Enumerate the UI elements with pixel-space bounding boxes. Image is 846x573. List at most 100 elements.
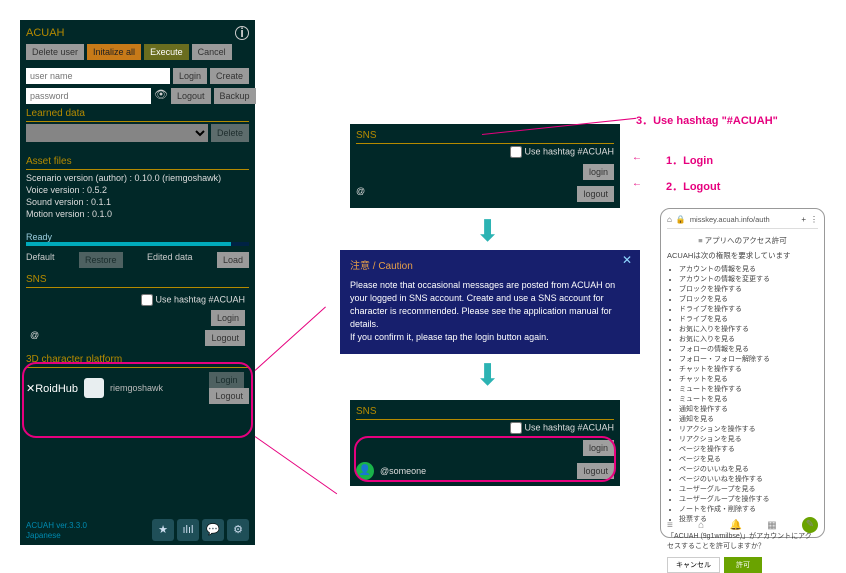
lock-icon: 🔒 [676,215,686,224]
scope-item: チャットを見る [679,375,818,385]
login-button[interactable]: Login [173,68,207,84]
url-text: misskey.acuah.info/auth [690,215,798,224]
scope-item: お気に入りを操作する [679,325,818,335]
scope-item: 通知を見る [679,415,818,425]
delete-learned-button[interactable]: Delete [211,124,249,142]
scope-item: ミュートを操作する [679,385,818,395]
star-icon[interactable]: ★ [152,519,174,541]
connector-line [255,436,337,494]
scope-item: リアクションを見る [679,435,818,445]
ready-label: Ready [26,232,249,242]
permission-title: ≡ アプリへのアクセス許可 [667,235,818,246]
scope-item: ページのいいねを見る [679,465,818,475]
scope-item: 通知を操作する [679,405,818,415]
scope-item: ドライブを操作する [679,305,818,315]
arrow-down-icon: ⬇ [475,358,500,393]
sns-highlight-ring [354,436,616,482]
scope-item: ノートを作成・削除する [679,505,818,515]
asset-line: Sound version : 0.1.1 [26,196,249,208]
learned-data-select[interactable] [26,124,208,142]
load-button[interactable]: Load [217,252,249,268]
title-text: ACUAH [26,27,65,39]
sns-label: SNS [356,406,614,417]
username-input[interactable] [26,68,170,84]
menu-icon[interactable]: ⋮ [810,215,818,224]
scope-item: ブロックを見る [679,295,818,305]
info-icon[interactable]: i [235,26,249,40]
version-info: ACUAH ver.3.3.0 Japanese [26,521,87,541]
hashtag-label: Use hashtag #ACUAH [524,147,614,157]
callout-2: 2．Logout [666,178,720,194]
execute-button[interactable]: Execute [144,44,189,60]
scope-list: アカウントの情報を見るアカウントの情報を変更するブロックを操作するブロックを見る… [667,265,818,525]
restore-button[interactable]: Restore [79,252,123,268]
sns-logout-button[interactable]: logout [577,186,614,202]
initialize-all-button[interactable]: Initalize all [87,44,141,60]
gear-icon[interactable]: ⚙ [227,519,249,541]
scope-item: お気に入りを見る [679,335,818,345]
nav-icon[interactable]: ≡ [667,520,673,531]
sns-mention: @ [30,330,39,346]
asset-line: Scenario version (author) : 0.10.0 (riem… [26,172,249,184]
hashtag-label: Use hashtag #ACUAH [155,295,245,305]
scope-item: フォロー・フォロー解除する [679,355,818,365]
confirm-text: 「ACUAH (9g1wmilbse)」がアカウントにアクセスすることを許可しま… [667,531,818,551]
scope-item: アカウントの情報を見る [679,265,818,275]
audio-icon[interactable]: ılıl [177,519,199,541]
sns-login-button[interactable]: login [583,164,614,180]
chat-icon[interactable]: 💬 [202,519,224,541]
backup-button[interactable]: Backup [214,88,256,104]
app-request-text: ACUAHは次の権限を要求しています [667,250,818,261]
scope-item: ページを操作する [679,445,818,455]
home-icon[interactable]: ⌂ [667,215,672,224]
acuah-settings-panel: ACUAH i Delete user Initalize all Execut… [20,20,255,545]
scope-item: ブロックを操作する [679,285,818,295]
hashtag-checkbox[interactable] [510,422,522,434]
password-input[interactable] [26,88,151,104]
asset-line: Voice version : 0.5.2 [26,184,249,196]
scope-item: アカウントの情報を変更する [679,275,818,285]
eye-icon[interactable]: 👁 [154,88,168,104]
caution-body: Please note that occasional messages are… [350,279,630,344]
sns-login-button[interactable]: Login [211,310,245,326]
create-button[interactable]: Create [210,68,249,84]
arrow-down-icon: ⬇ [475,214,500,249]
caution-header: 注意 / Caution [350,260,630,273]
nav-home-icon[interactable]: ⌂ [698,520,704,531]
close-icon[interactable]: ✕ [622,254,632,267]
allow-button[interactable]: 許可 [724,557,762,573]
callout-1: 1．Login [666,152,713,168]
sns-logout-button[interactable]: Logout [205,330,245,346]
default-label: Default [26,252,55,268]
nav-bell-icon[interactable]: 🔔 [729,520,741,531]
sns-mention: @ [356,186,365,202]
scope-item: ページを見る [679,455,818,465]
sns-section: Use hashtag #ACUAH Login @ Logout [26,290,249,350]
mobile-permission-panel: ⌂ 🔒 misskey.acuah.info/auth + ⋮ ≡ アプリへのア… [660,208,825,538]
sns-label: SNS [356,130,614,141]
app-title: ACUAH i [26,26,249,40]
sns-label: SNS [26,274,249,285]
arrow-left-icon: ← [632,178,642,189]
delete-user-button[interactable]: Delete user [26,44,84,60]
nav-grid-icon[interactable]: ▦ [767,520,776,531]
scope-item: フォローの情報を見る [679,345,818,355]
cancel-button[interactable]: キャンセル [667,557,720,573]
scope-item: ユーザーグループを操作する [679,495,818,505]
connector-line [255,307,326,371]
logout-button[interactable]: Logout [171,88,211,104]
plus-icon[interactable]: + [801,215,806,224]
sns-panel-before: SNS Use hashtag #ACUAH login @ logout [350,124,620,208]
edited-data-label: Edited data [147,252,193,268]
scope-item: ドライブを見る [679,315,818,325]
asset-files-label: Asset files [26,156,249,167]
scope-item: ユーザーグループを見る [679,485,818,495]
cancel-button[interactable]: Cancel [192,44,232,60]
hashtag-checkbox[interactable] [510,146,522,158]
hashtag-label: Use hashtag #ACUAH [524,423,614,433]
compose-fab[interactable]: ✎ [802,517,818,533]
learned-data-label: Learned data [26,108,249,119]
scope-item: ミュートを見る [679,395,818,405]
hashtag-checkbox[interactable] [141,294,153,306]
arrow-left-icon: ← [632,152,642,163]
